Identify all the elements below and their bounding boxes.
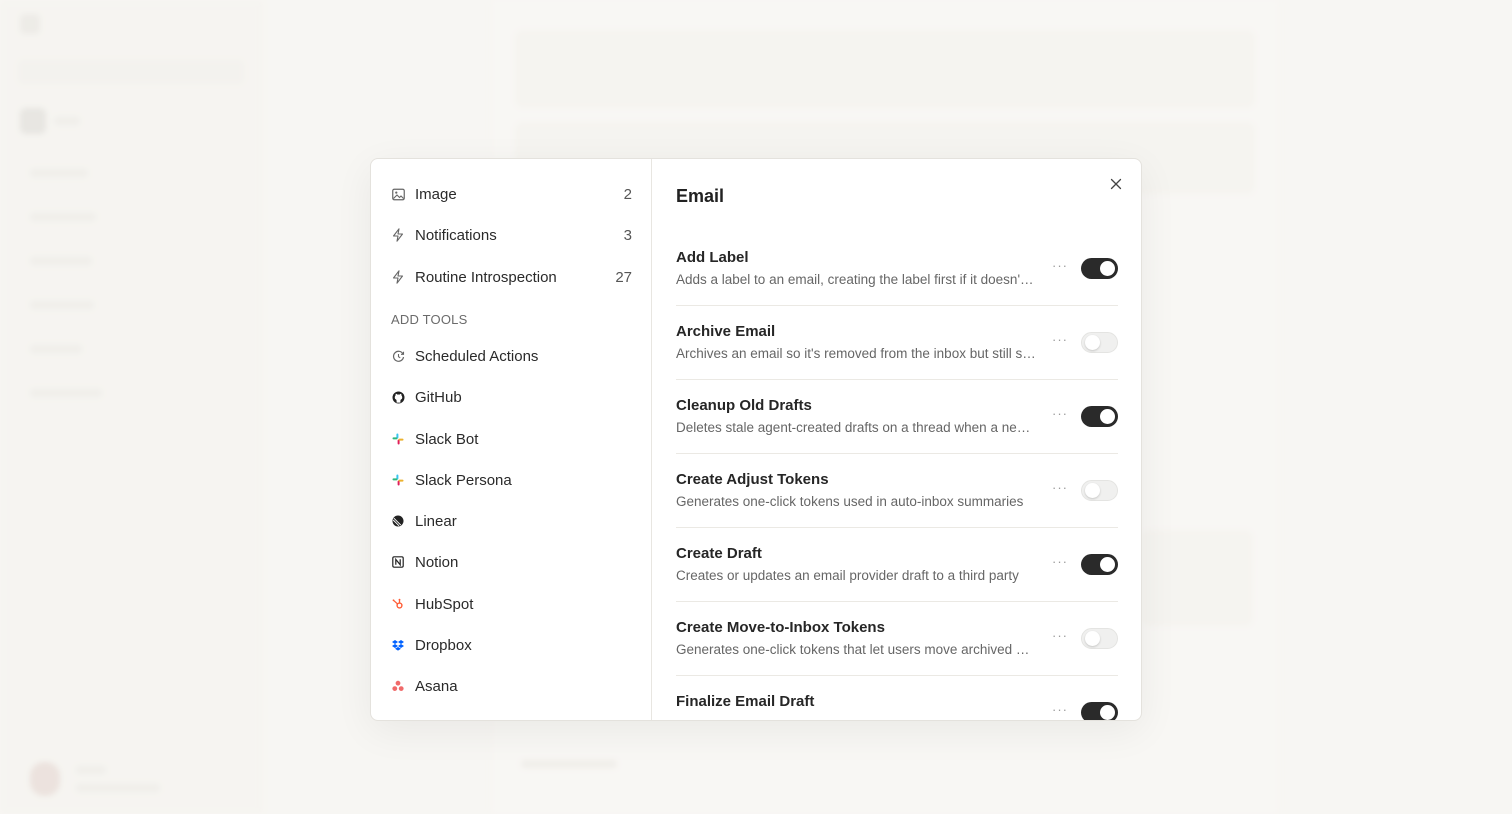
nav-item-label: Routine Introspection [415,268,557,286]
toggle-knob [1085,631,1100,646]
toggle-knob [1100,261,1115,276]
tools-settings-modal: ​ Image 2 Notifications 3 Routine Intros… [370,158,1142,721]
linear-icon [391,514,405,528]
nav-item-slack-bot[interactable]: Slack Bot [379,421,644,457]
tool-row-archive-email: Archive Email Archives an email so it's r… [676,306,1118,380]
nav-item-label: Slack Bot [415,430,479,448]
more-options-button[interactable]: ··· [1052,628,1068,643]
close-button[interactable] [1107,175,1125,193]
more-options-button[interactable]: ··· [1052,480,1068,495]
tool-name: Archive Email [676,323,776,340]
more-options-button[interactable]: ··· [1052,702,1068,717]
close-icon [1110,178,1122,190]
nav-item-dropbox[interactable]: Dropbox [379,627,644,663]
slack-icon [391,432,405,446]
bolt-icon [391,228,405,242]
tool-enabled-toggle[interactable] [1081,628,1118,649]
more-options-button[interactable]: ··· [1052,406,1068,421]
tool-row-create-draft: Create Draft Creates or updates an email … [676,528,1118,602]
clock-icon [391,349,405,363]
nav-item-linear[interactable]: Linear [379,503,644,539]
tool-description: Deletes stale agent-created drafts on a … [676,420,1036,435]
nav-item-label: Scheduled Actions [415,347,539,365]
tool-row-add-label: Add Label Adds a label to an email, creat… [676,232,1118,306]
tool-detail-panel: Email Add Label Adds a label to an email,… [652,159,1141,720]
slack-icon [391,473,405,487]
toggle-knob [1085,483,1100,498]
nav-item-label: Linear [415,512,457,530]
tool-enabled-toggle[interactable] [1081,480,1118,501]
tool-row-cleanup-old-drafts: Cleanup Old Drafts Deletes stale agent-cr… [676,380,1118,454]
hubspot-icon [391,597,405,611]
nav-item-label: GitHub [415,388,462,406]
dropbox-icon [391,638,405,652]
nav-item-label: Slack Persona [415,471,512,489]
nav-item-label: Notifications [415,226,497,244]
nav-item-asana[interactable]: Asana [379,668,644,704]
nav-item-count: 2 [623,185,632,203]
tool-row-create-adjust-tokens: Create Adjust Tokens Generates one-click … [676,454,1118,528]
panel-title: Email [676,186,725,206]
nav-item-label: Dropbox [415,636,472,654]
tool-enabled-toggle[interactable] [1081,258,1118,279]
tool-description: Archives an email so it's removed from t… [676,346,1036,361]
nav-item-routine-introspection[interactable]: Routine Introspection 27 [379,259,644,295]
more-options-button[interactable]: ··· [1052,258,1068,273]
tool-name: Add Label [676,249,749,266]
add-tools-header: ADD TOOLS [391,312,468,327]
nav-item-slack-persona[interactable]: Slack Persona [379,462,644,498]
nav-item-label: HubSpot [415,595,474,613]
tools-nav: ​ Image 2 Notifications 3 Routine Intros… [371,159,652,720]
github-icon [391,390,405,404]
nav-item-github[interactable]: GitHub [379,379,644,415]
nav-item-image[interactable]: Image 2 [379,176,644,212]
tool-description: Generates one-click tokens used in auto-… [676,494,1024,509]
nav-item-notion[interactable]: Notion [379,544,644,580]
tool-description: Adds a label to an email, creating the l… [676,272,1036,287]
image-icon [391,187,405,201]
nav-item-hubspot[interactable]: HubSpot [379,586,644,622]
tool-description: Creates or updates an email provider dra… [676,568,1019,583]
tool-name: Create Move-to-Inbox Tokens [676,619,885,636]
nav-item-label: Notion [415,553,459,571]
tool-enabled-toggle[interactable] [1081,332,1118,353]
nav-item-notifications[interactable]: Notifications 3 [379,217,644,253]
tool-row-finalize-email-draft: Finalize Email Draft ··· [676,676,1118,720]
nav-item-label: Asana [415,677,458,695]
tool-row-create-move-to-inbox-tokens: Create Move-to-Inbox Tokens Generates one… [676,602,1118,676]
nav-item-count: 27 [615,268,632,286]
tool-enabled-toggle[interactable] [1081,406,1118,427]
nav-item-scheduled-actions[interactable]: Scheduled Actions [379,338,644,374]
tool-name: Create Draft [676,545,762,562]
tool-name: Create Adjust Tokens [676,471,829,488]
tool-description: Generates one-click tokens that let user… [676,642,1036,657]
more-options-button[interactable]: ··· [1052,332,1068,347]
more-options-button[interactable]: ··· [1052,554,1068,569]
toggle-knob [1100,409,1115,424]
tool-enabled-toggle[interactable] [1081,702,1118,720]
tool-name: Cleanup Old Drafts [676,397,812,414]
nav-item-label: Image [415,185,457,203]
tool-name: Finalize Email Draft [676,693,815,710]
bolt-icon [391,270,405,284]
tool-enabled-toggle[interactable] [1081,554,1118,575]
nav-item-count: 3 [623,226,632,244]
toggle-knob [1100,705,1115,720]
asana-icon [391,679,405,693]
notion-icon [391,555,405,569]
toggle-knob [1100,557,1115,572]
toggle-knob [1085,335,1100,350]
